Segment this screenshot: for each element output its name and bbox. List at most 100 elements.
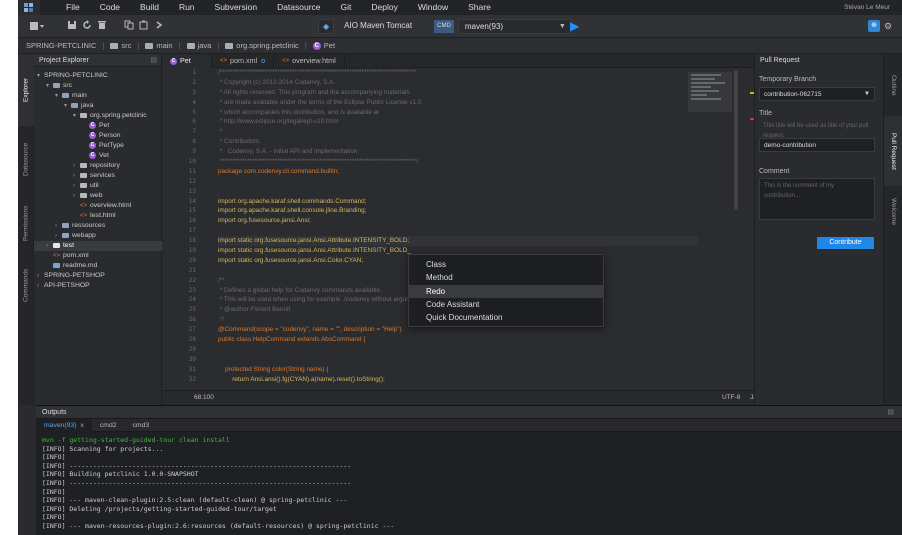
side-tab-welcome[interactable]: Welcome [884,186,902,236]
run-button[interactable]: ▶ [570,19,579,33]
code-line[interactable] [218,177,698,187]
paste-icon[interactable] [138,20,150,32]
tree-item[interactable]: ▾ org.spring.petclinic [34,111,162,121]
delete-icon[interactable] [96,20,108,32]
menu-item-run[interactable]: Run [169,0,205,15]
expand-icon[interactable]: ▾ [73,111,80,121]
side-tab-pull-request[interactable]: Pull Request [884,116,902,186]
tree-item[interactable]: › repository [34,161,162,171]
context-menu-item-redo[interactable]: Redo [409,284,603,298]
tree-item[interactable]: ▾ main [34,91,162,101]
code-line[interactable] [218,355,698,365]
tree-item[interactable]: C PetType [34,141,162,151]
menu-item-git[interactable]: Git [331,0,362,15]
run-target-name[interactable]: AIO Maven Tomcat [338,19,430,34]
tree-item[interactable]: <> test.html [34,211,162,221]
code-line[interactable]: ****************************************… [218,157,698,167]
expand-icon[interactable]: ▾ [37,71,44,81]
code-line[interactable]: /***************************************… [218,68,698,78]
expand-icon[interactable]: ▾ [64,101,71,111]
side-tab-datasource[interactable]: Datasource [18,126,34,192]
comment-textarea[interactable]: This is the comment of my contribution..… [759,178,875,220]
code-line[interactable] [218,226,698,236]
code-line[interactable]: * All rights reserved. This program and … [218,88,698,98]
contribute-button[interactable]: Contribute [817,237,874,249]
code-line[interactable]: import static org.fusesource.jansi.Ansi.… [218,236,698,247]
collapse-icon[interactable]: › [73,181,80,191]
tab-pet[interactable]: C Pet [162,54,212,68]
collapse-icon[interactable]: › [37,281,44,291]
save-icon[interactable] [66,20,78,32]
branch-select[interactable]: contribution-062715 ▼ [759,87,875,101]
chevron-icon[interactable] [153,20,165,32]
console-output[interactable]: mvn -f getting-started-guided-tour clean… [36,432,902,531]
tree-item[interactable]: › ressources [34,221,162,231]
tree-item[interactable]: ▾ src [34,81,162,91]
breadcrumb-item[interactable]: src [110,41,131,50]
breadcrumb-item[interactable]: org.spring.petclinic [225,41,299,50]
menu-item-build[interactable]: Build [130,0,169,15]
tree-item[interactable]: <> overview.html [34,201,162,211]
user-name[interactable]: Stévan Le Meur [844,0,890,15]
code-line[interactable]: * are made available under the terms of … [218,98,698,108]
minimize-icon[interactable]: ▤ [887,406,894,419]
menu-item-file[interactable]: File [56,0,90,15]
codenvy-logo-icon[interactable] [18,0,40,15]
breadcrumb-item[interactable]: C Pet [312,41,335,50]
menu-item-code[interactable]: Code [90,0,130,15]
code-line[interactable]: * Contributors: [218,137,698,147]
code-line[interactable]: * Codenvy, S.A. - initial API and implem… [218,147,698,157]
expand-icon[interactable]: ▾ [55,91,62,101]
collapse-icon[interactable]: › [55,221,62,231]
code-line[interactable]: import org.fusesource.jansi.Ansi; [218,216,698,226]
side-tab-outline[interactable]: Outline [884,54,902,116]
breadcrumb-item[interactable]: java [186,41,211,50]
copy-icon[interactable] [123,20,135,32]
code-line[interactable]: protected String color(String name) { [218,365,698,375]
tree-item[interactable]: › services [34,171,162,181]
vertical-scrollbar[interactable] [734,70,738,210]
code-line[interactable]: * [218,127,698,137]
tree-item[interactable]: C Vet [34,151,162,161]
menu-item-window[interactable]: Window [408,0,458,15]
collapse-icon[interactable]: › [55,231,62,241]
tree-item[interactable]: › test [34,241,162,251]
side-tab-commands[interactable]: Commands [18,254,34,316]
output-tab-cmd3[interactable]: cmd3 [125,419,158,432]
title-input[interactable]: demo-contribution [759,138,875,152]
tree-item[interactable]: C Person [34,131,162,141]
refresh-icon[interactable] [81,20,93,32]
code-line[interactable] [218,187,698,197]
code-line[interactable]: public class HelpCommand extends AbsComm… [218,335,698,345]
tree-item[interactable]: › util [34,181,162,191]
tree-item[interactable]: <> pom.xml [34,251,162,261]
menu-item-subversion[interactable]: Subversion [205,0,268,15]
tree-item[interactable]: C Pet [34,121,162,131]
minimap[interactable] [688,72,732,112]
code-line[interactable]: import org.apache.karaf.shell.commands.C… [218,197,698,207]
minimize-icon[interactable]: ▤ [150,54,157,67]
tree-item[interactable]: ▾ java [34,101,162,111]
collapse-icon[interactable]: › [73,161,80,171]
menu-item-share[interactable]: Share [458,0,501,15]
menu-item-deploy[interactable]: Deploy [361,0,407,15]
settings-icon[interactable]: ⚙ [882,20,894,32]
output-tab-cmd2[interactable]: cmd2 [92,419,125,432]
tree-item[interactable]: › SPRING-PETSHOP [34,271,162,281]
code-line[interactable] [218,345,698,355]
expand-icon[interactable]: ▾ [46,81,53,91]
context-menu-item-class[interactable]: Class [409,258,603,271]
breadcrumb-item[interactable]: SPRING-PETCLINIC [26,41,96,50]
code-line[interactable]: * Copyright (c) 2012-2014 Codenvy, S.A. [218,78,698,88]
tree-item[interactable]: › web [34,191,162,201]
command-select[interactable]: maven(93) ▼ [457,19,572,34]
toggle-layout-icon[interactable]: ⊕ [868,20,880,32]
code-line[interactable]: package com.codenvy.cli.command.builtin; [218,167,698,177]
breadcrumb-item[interactable]: main [145,41,173,50]
tree-item[interactable]: readme.md [34,261,162,271]
new-project-icon[interactable] [28,20,46,32]
menu-item-datasource[interactable]: Datasource [267,0,330,15]
close-icon[interactable]: x [81,422,84,429]
output-tab-maven93[interactable]: maven(93) x [36,419,92,432]
context-menu-item-quick-documentation[interactable]: Quick Documentation [409,311,603,324]
